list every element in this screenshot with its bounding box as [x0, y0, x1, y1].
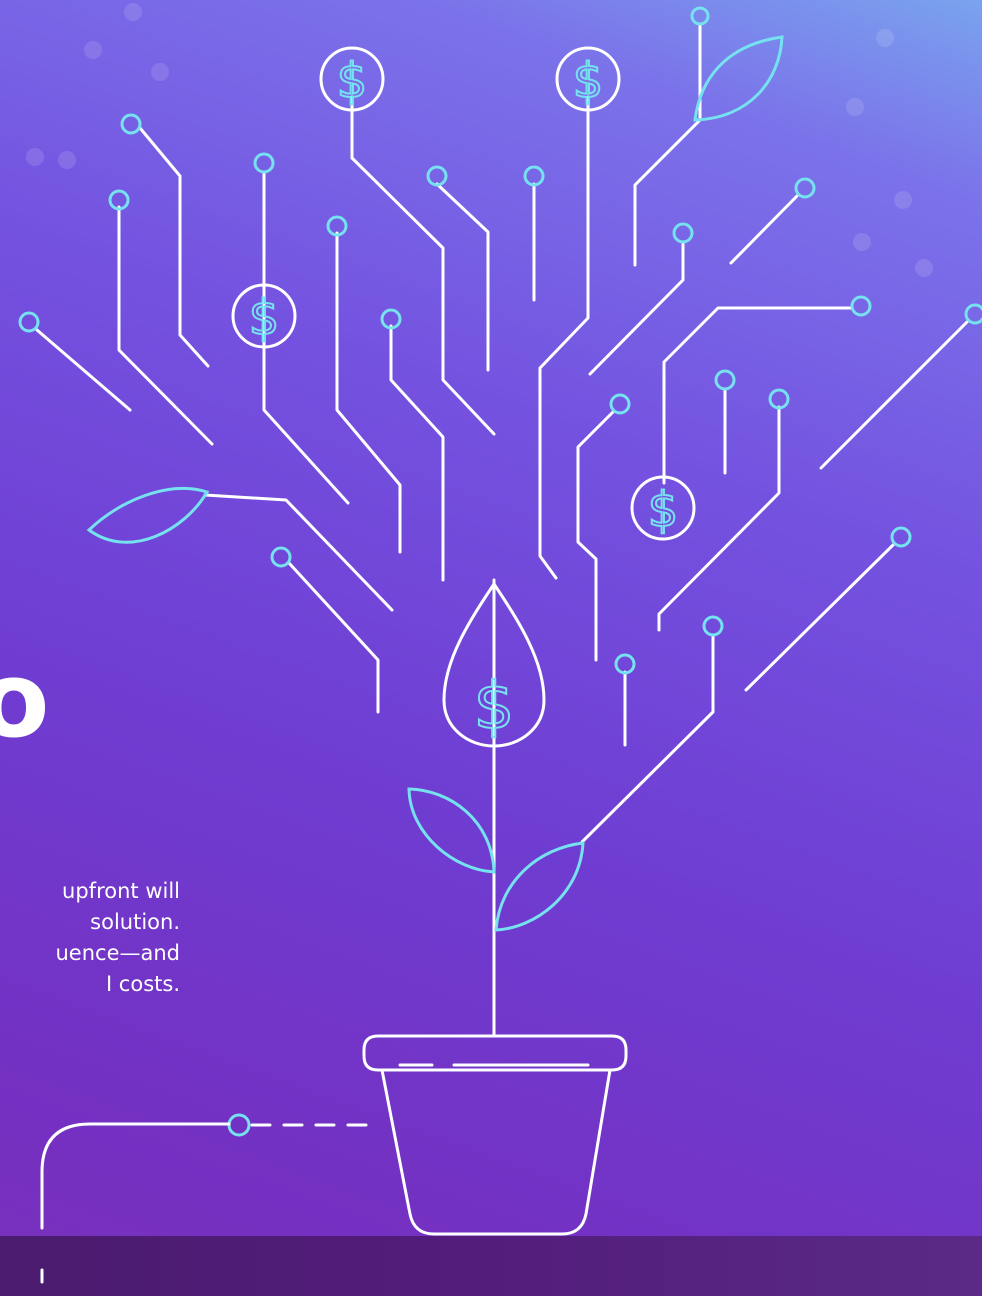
body-paragraph: upfront will solution. uence—and I costs… [0, 876, 180, 1000]
body-line: uence—and [55, 941, 180, 965]
heading-fragment: o [0, 639, 50, 761]
body-line: upfront will [62, 879, 180, 903]
body-line: I costs. [105, 972, 180, 996]
connector-tail [40, 1268, 44, 1284]
body-line: solution. [90, 910, 180, 934]
